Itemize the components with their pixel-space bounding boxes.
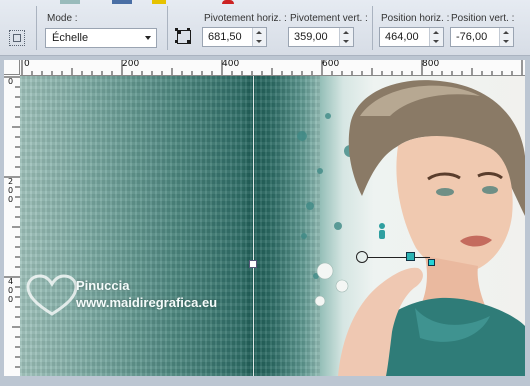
watermark-url: www.maidiregrafica.eu	[76, 295, 218, 310]
pivot-horizontal-value: 681,50	[208, 31, 242, 43]
spin-arrows-icon[interactable]	[252, 28, 266, 46]
ruler-corner	[4, 60, 20, 75]
spin-arrows-icon[interactable]	[499, 28, 513, 46]
guide-handle[interactable]	[249, 260, 257, 268]
rotation-handle[interactable]	[406, 252, 415, 261]
pivot-vertical-value: 359,00	[294, 31, 328, 43]
pivot-horizontal-input[interactable]: 681,50	[202, 27, 267, 47]
mode-select[interactable]: Échelle	[45, 28, 157, 48]
vertical-ruler: 0 2 0 0 4 0 0	[4, 75, 21, 376]
canvas-image[interactable]: Pinuccia www.maidiregrafica.eu	[20, 76, 525, 376]
position-vertical-label: Position vert. :	[451, 13, 515, 24]
position-horizontal-input[interactable]: 464,00	[379, 27, 444, 47]
vertical-guide-line[interactable]	[253, 76, 254, 376]
ruler-tick-label: 2 0 0	[8, 177, 14, 204]
portrait-illustration	[297, 80, 525, 376]
ruler-tick-label: 200	[122, 60, 140, 69]
mode-value: Échelle	[52, 32, 89, 44]
position-horizontal-value: 464,00	[385, 31, 419, 43]
pivot-vertical-label: Pivotement vert. :	[290, 13, 368, 24]
horizontal-ruler-ticks	[21, 60, 523, 75]
selection-icon[interactable]	[9, 30, 25, 46]
vertical-ruler-ticks	[4, 76, 20, 368]
mode-label: Mode :	[47, 13, 78, 24]
ruler-tick-label: 800	[422, 60, 440, 69]
watermark-name: Pinuccia	[76, 278, 130, 293]
spin-arrows-icon[interactable]	[339, 28, 353, 46]
ruler-tick-label: 0	[8, 77, 14, 86]
pivot-point-handle[interactable]	[356, 251, 368, 263]
toolbar-separator	[167, 6, 168, 50]
tool-options-bar: Mode : Échelle Pivotement horiz. : 681,5…	[0, 0, 530, 56]
toolbar-top-icon[interactable]	[60, 0, 80, 4]
position-vertical-input[interactable]: -76,00	[450, 27, 514, 47]
pivot-horizontal-label: Pivotement horiz. :	[204, 13, 287, 24]
toolbar-top-icon[interactable]	[112, 0, 132, 4]
ruler-tick-label: 600	[322, 60, 340, 69]
toolbar-separator	[36, 6, 37, 50]
ruler-tick-label: 4 0 0	[8, 277, 14, 304]
position-horizontal-label: Position horiz. :	[381, 13, 450, 24]
rotation-arm	[368, 257, 430, 258]
ruler-tick-label: 400	[222, 60, 240, 69]
pivot-center-icon[interactable]	[175, 28, 191, 44]
heart-logo-icon	[26, 274, 78, 316]
toolbar-separator	[372, 6, 373, 50]
toolbar-top-icon[interactable]	[222, 0, 234, 4]
scale-handle[interactable]	[428, 259, 435, 266]
ruler-tick-label: 0	[24, 60, 30, 69]
spin-arrows-icon[interactable]	[429, 28, 443, 46]
position-vertical-value: -76,00	[456, 31, 488, 43]
chevron-down-icon	[145, 36, 151, 40]
toolbar-top-icon[interactable]	[152, 0, 166, 4]
pivot-vertical-input[interactable]: 359,00	[288, 27, 354, 47]
horizontal-ruler: 0 200 400 600 800	[20, 60, 525, 76]
